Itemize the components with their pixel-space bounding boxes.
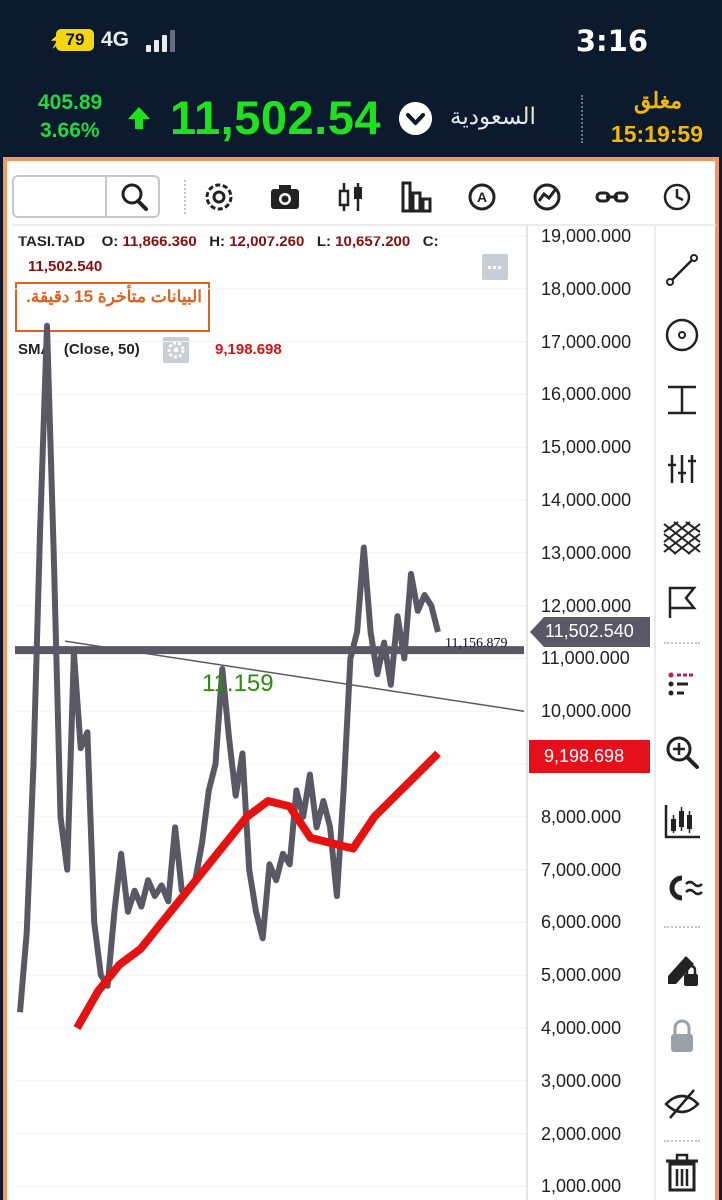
- open-value: 11,866.360: [122, 233, 197, 250]
- battery-indicator: 79: [56, 29, 94, 51]
- market-selector[interactable]: السعودية: [450, 103, 536, 130]
- price-axis-tick: 3,000.000: [541, 1070, 622, 1091]
- bars-icon[interactable]: [396, 177, 436, 217]
- price-axis-tick: 6,000.000: [541, 912, 622, 933]
- sma-price-tag: 9,198.698: [529, 740, 650, 773]
- magnet-icon[interactable]: [660, 866, 704, 910]
- price-axis-tick: 4,000.000: [541, 1018, 622, 1038]
- price-axis-tick: 14,000.000: [541, 490, 632, 510]
- close-label: C:: [422, 233, 439, 250]
- search-icon: [121, 183, 148, 211]
- close-value: 11,502.540: [28, 258, 103, 275]
- market-dropdown-icon[interactable]: [399, 102, 432, 135]
- horizontal-line-label: 11,156.879: [445, 636, 508, 651]
- fib-tool-icon[interactable]: [660, 447, 704, 491]
- high-label: H:: [209, 233, 226, 250]
- sma-legend: SMA (Close, 50): [18, 341, 140, 358]
- indicator-icon[interactable]: [527, 177, 567, 217]
- price-change-percent: 3.66%: [40, 119, 100, 142]
- flag-icon[interactable]: [660, 580, 704, 624]
- price-axis-tick: 10,000.000: [541, 701, 632, 722]
- price-axis-tick: 15,000.000: [541, 437, 632, 458]
- line-tool-icon[interactable]: [660, 248, 704, 292]
- last-price-value: 11,502.540: [545, 621, 634, 641]
- price-axis-tick: 8,000.000: [541, 806, 622, 827]
- lock-icon[interactable]: [660, 1014, 704, 1058]
- sma-label: SMA: [18, 341, 52, 358]
- chart-type-icon[interactable]: [660, 799, 704, 843]
- compare-icon[interactable]: [592, 177, 632, 217]
- price-axis-tick: 13,000.000: [541, 542, 632, 563]
- high-value: 12,007.260: [229, 233, 305, 250]
- eye-hide-icon[interactable]: [660, 1082, 704, 1126]
- symbol-name: TASI.TAD: [18, 233, 85, 250]
- signal-bars-icon: [144, 30, 180, 52]
- ohlc-legend: TASI.TAD O: 11,866.360 H: 12,007.260 L: …: [18, 233, 439, 250]
- price-axis-tick: 16,000.000: [541, 384, 632, 405]
- clock-icon[interactable]: [657, 177, 697, 217]
- market-status: مغلق: [633, 88, 682, 113]
- delay-notice: البيانات متأخرة 15 دقيقة.: [15, 282, 210, 332]
- price-axis-tick: 19,000.000: [541, 226, 632, 246]
- price-axis-tick: 7,000.000: [541, 859, 622, 880]
- sma-settings-icon[interactable]: [163, 337, 189, 363]
- trendline-label: 11.159: [202, 670, 274, 697]
- sma-value: 9,198.698: [215, 341, 282, 358]
- pattern-tool-icon[interactable]: [660, 516, 704, 560]
- alert-icon[interactable]: A: [462, 177, 502, 217]
- open-label: O:: [101, 233, 119, 250]
- price-axis-tick: 12,000.000: [541, 595, 632, 616]
- sma-params: (Close, 50): [63, 341, 140, 358]
- search-button[interactable]: [105, 175, 160, 218]
- low-value: 10,657.200: [335, 233, 411, 250]
- camera-icon[interactable]: [265, 177, 305, 217]
- price-axis-tick: 11,000.000: [541, 648, 630, 669]
- settings-icon[interactable]: [199, 177, 239, 217]
- header-divider: [581, 95, 583, 143]
- measure-tool-icon[interactable]: [660, 378, 704, 422]
- price-change: 405.89: [38, 91, 103, 114]
- price-axis-tick: 5,000.000: [541, 965, 622, 986]
- up-arrow-icon: [128, 107, 150, 129]
- status-bar: ⚡ 79 4G 3:16: [0, 0, 722, 78]
- index-price: 11,502.54: [170, 91, 381, 144]
- zoom-in-icon[interactable]: [660, 730, 704, 774]
- price-axis-tick: 17,000.000: [541, 331, 632, 352]
- candles-icon[interactable]: [331, 177, 371, 217]
- clock: 3:16: [575, 24, 648, 58]
- svg-text:A: A: [477, 189, 487, 205]
- legend-more-button[interactable]: [482, 254, 508, 280]
- circle-tool-icon[interactable]: [660, 313, 704, 357]
- price-axis-tick: 1,000.000: [541, 1176, 622, 1197]
- toolbar-divider: [184, 180, 186, 214]
- right-toolbar-divider-3: [664, 1140, 700, 1142]
- price-axis-tick: 18,000.000: [541, 278, 632, 299]
- list-icon[interactable]: [660, 662, 704, 706]
- pencil-lock-icon[interactable]: [660, 946, 704, 990]
- low-label: L:: [316, 233, 331, 250]
- right-toolbar-divider: [664, 642, 700, 644]
- price-axis-tick: 2,000.000: [541, 1123, 622, 1144]
- network-type: 4G: [101, 28, 130, 51]
- trash-icon[interactable]: [660, 1150, 704, 1194]
- market-clock: 15:19:59: [610, 121, 703, 147]
- right-toolbar-divider-2: [664, 926, 700, 928]
